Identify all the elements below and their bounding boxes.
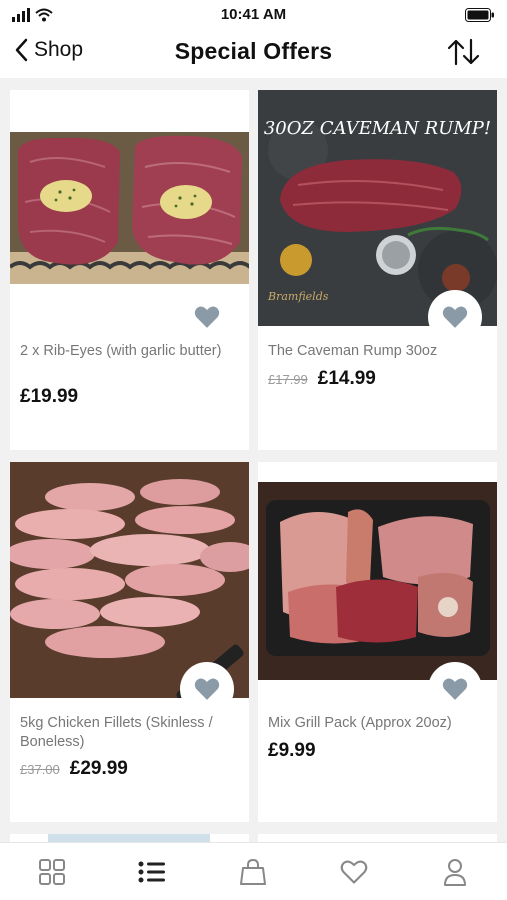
heart-icon — [194, 678, 220, 700]
product-price: £9.99 — [268, 740, 316, 761]
grid-icon — [39, 859, 65, 885]
image-caption: 30OZ CAVEMAN RUMP! — [264, 118, 491, 139]
nav-bar: Shop Special Offers — [0, 28, 507, 78]
heart-icon — [442, 306, 468, 328]
chevron-left-icon — [15, 38, 28, 62]
product-card[interactable] — [10, 834, 249, 842]
product-image — [258, 482, 497, 680]
product-old-price: £37.00 — [20, 762, 60, 777]
product-name: 5kg Chicken Fillets (Skinless / Boneless… — [20, 715, 213, 750]
tab-bar — [0, 842, 507, 900]
product-card[interactable]: 2 x Rib-Eyes (with garlic butter) £19.99 — [10, 90, 249, 450]
product-prices: £19.99 — [20, 386, 78, 408]
user-icon — [444, 859, 466, 886]
tab-grid[interactable] — [37, 857, 67, 887]
heart-icon — [194, 306, 220, 328]
tab-profile[interactable] — [440, 857, 470, 887]
product-old-price: £17.99 — [268, 372, 308, 387]
product-name: Mix Grill Pack (Approx 20oz) — [268, 715, 452, 731]
tab-shop[interactable] — [238, 857, 268, 887]
favorite-button[interactable] — [180, 662, 234, 716]
favorite-button[interactable] — [428, 290, 482, 344]
tab-favorites[interactable] — [339, 857, 369, 887]
product-card[interactable]: Mix Grill Pack (Approx 20oz) £9.99 — [258, 462, 497, 822]
battery-icon — [465, 8, 494, 22]
sort-icon — [447, 38, 480, 66]
bag-icon — [240, 858, 266, 885]
product-prices: £37.00 £29.99 — [20, 758, 128, 780]
product-prices: £9.99 — [268, 740, 316, 762]
product-prices: £17.99 £14.99 — [268, 368, 376, 390]
product-card[interactable]: 30OZ CAVEMAN RUMP! Bramfields The Cavema… — [258, 90, 497, 450]
tab-list[interactable] — [137, 857, 167, 887]
brand-logo: Bramfields — [267, 290, 329, 303]
product-image — [48, 834, 210, 842]
status-bar: 10:41 AM — [0, 0, 507, 28]
list-icon — [138, 861, 165, 883]
heart-icon — [340, 860, 368, 884]
favorite-button[interactable] — [428, 662, 482, 716]
product-price: £14.99 — [317, 368, 376, 389]
sort-button[interactable] — [447, 38, 481, 71]
back-label: Shop — [34, 38, 84, 61]
product-name: 2 x Rib-Eyes (with garlic butter) — [20, 343, 222, 359]
status-time: 10:41 AM — [220, 6, 287, 23]
favorite-button[interactable] — [180, 290, 234, 344]
product-price: £29.99 — [69, 758, 128, 779]
product-price: £19.99 — [20, 386, 79, 407]
product-image — [10, 132, 249, 284]
product-card[interactable]: 5kg Chicken Fillets (Skinless / Boneless… — [10, 462, 249, 822]
heart-icon — [442, 678, 468, 700]
product-name: The Caveman Rump 30oz — [268, 343, 438, 359]
back-button[interactable]: Shop — [14, 38, 83, 62]
product-card[interactable] — [258, 834, 497, 842]
